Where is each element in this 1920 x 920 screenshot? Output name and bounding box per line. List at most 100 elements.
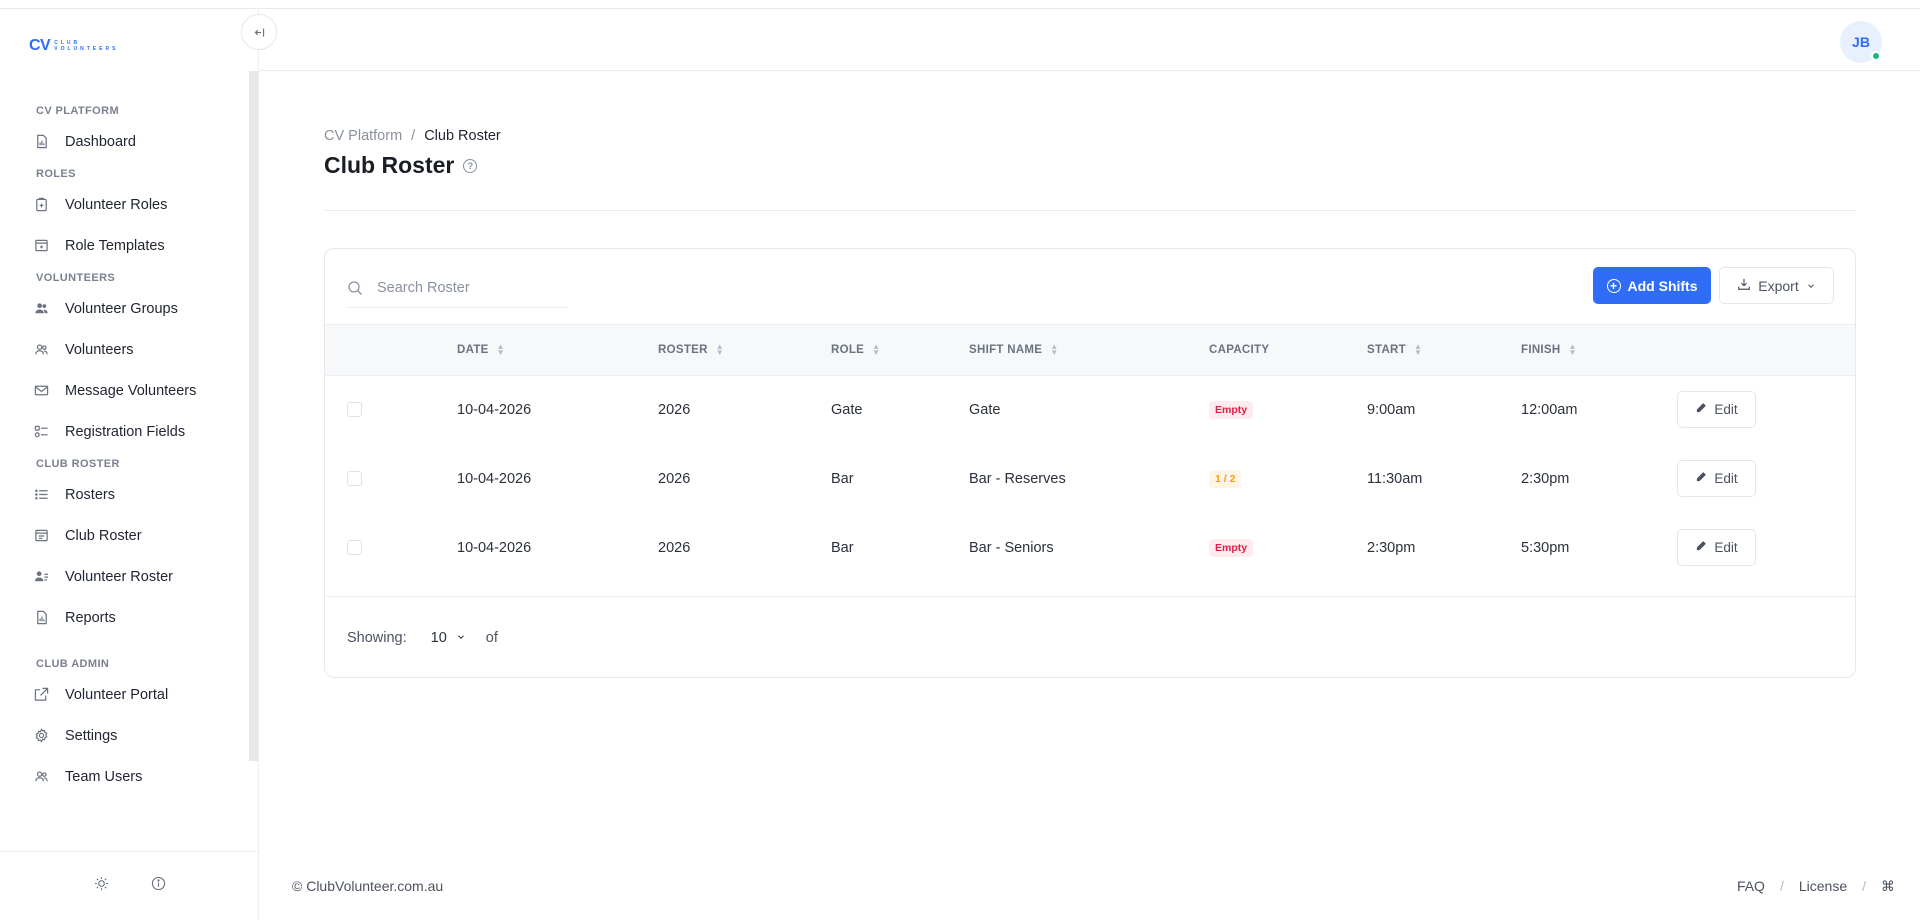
license-link[interactable]: License [1799, 878, 1847, 894]
column-label: SHIFT NAME [969, 343, 1043, 356]
header-checkbox-cell [325, 325, 457, 375]
cell-roster: 2026 [658, 539, 691, 556]
column-header-shift-name[interactable]: SHIFT NAME ▲ ▼ [969, 325, 1209, 375]
edit-button[interactable]: Edit [1677, 460, 1756, 497]
sidebar-item-volunteer-roster[interactable]: Volunteer Roster [0, 556, 249, 597]
external-link-icon [33, 687, 49, 703]
sidebar-item-dashboard[interactable]: Dashboard [0, 121, 249, 162]
sidebar-item-label: Rosters [65, 486, 115, 503]
sidebar-item-label: Volunteer Portal [65, 686, 169, 703]
edit-button[interactable]: Edit [1677, 529, 1756, 566]
command-icon[interactable]: ⌘ [1881, 878, 1895, 895]
cell-role: Bar [831, 470, 854, 487]
template-icon [33, 238, 49, 254]
footer-separator: / [1779, 878, 1784, 894]
column-label: DATE [457, 343, 489, 356]
online-status-dot [1871, 51, 1881, 61]
search-icon [347, 280, 363, 296]
sidebar: CV CLUB VOLUNTEERS CV PLATFORM Dashboard… [0, 9, 259, 920]
logo-text: CLUB VOLUNTEERS [54, 40, 118, 52]
sidebar-item-club-roster[interactable]: Club Roster [0, 515, 249, 556]
sidebar-item-label: Dashboard [65, 133, 136, 150]
add-shifts-label: Add Shifts [1627, 277, 1698, 294]
users-icon [33, 301, 49, 317]
cell-role: Bar [831, 539, 854, 556]
search-input[interactable] [377, 279, 557, 296]
sidebar-item-volunteer-roles[interactable]: Volunteer Roles [0, 184, 249, 225]
table-row: 10-04-2026 2026 Bar Bar - Seniors Empty … [325, 513, 1855, 582]
capacity-badge: Empty [1209, 400, 1254, 419]
export-button[interactable]: Export [1719, 267, 1834, 304]
page-footer: © ClubVolunteer.com.au FAQ / License / ⌘ [259, 861, 1920, 911]
sidebar-item-registration-fields[interactable]: Registration Fields [0, 411, 249, 452]
sidebar-item-label: Volunteer Groups [65, 300, 178, 317]
column-header-start[interactable]: START ▲ ▼ [1367, 325, 1521, 375]
pencil-icon [1695, 471, 1707, 486]
cell-start: 9:00am [1367, 401, 1416, 418]
column-header-date[interactable]: DATE ▲ ▼ [457, 325, 658, 375]
info-icon[interactable] [151, 876, 166, 896]
breadcrumb-root[interactable]: CV Platform [324, 128, 402, 144]
download-icon [1737, 277, 1751, 294]
avatar[interactable]: JB [1840, 21, 1882, 63]
user-group-icon [33, 342, 49, 358]
sidebar-item-rosters[interactable]: Rosters [0, 474, 249, 515]
sidebar-item-volunteers[interactable]: Volunteers [0, 329, 249, 370]
cell-role: Gate [831, 401, 863, 418]
sidebar-item-team-users[interactable]: Team Users [0, 756, 249, 797]
capacity-badge: Empty [1209, 538, 1254, 557]
divider [324, 210, 1857, 211]
sidebar-item-role-templates[interactable]: Role Templates [0, 225, 249, 266]
sidebar-item-volunteer-portal[interactable]: Volunteer Portal [0, 674, 249, 715]
user-list-icon [33, 569, 49, 585]
cell-shift-name: Bar - Seniors [969, 539, 1054, 556]
edit-label: Edit [1714, 471, 1738, 486]
column-header-finish[interactable]: FINISH ▲ ▼ [1521, 325, 1677, 375]
form-fields-icon [33, 424, 49, 440]
nav-section-club-roster: CLUB ROSTER [36, 458, 120, 470]
collapse-sidebar-button[interactable] [241, 14, 277, 50]
row-checkbox[interactable] [347, 540, 362, 555]
list-icon [33, 487, 49, 503]
breadcrumb: CV Platform / Club Roster [324, 128, 501, 144]
cell-date: 10-04-2026 [457, 470, 532, 487]
column-header-role[interactable]: ROLE ▲ ▼ [831, 325, 969, 375]
cell-finish: 5:30pm [1521, 539, 1570, 556]
plus-circle-icon: + [1606, 278, 1621, 293]
top-header: JB [259, 9, 1920, 71]
column-header-roster[interactable]: ROSTER ▲ ▼ [658, 325, 831, 375]
sidebar-item-reports[interactable]: Reports [0, 597, 249, 638]
add-shifts-button[interactable]: + Add Shifts [1593, 267, 1711, 304]
theme-toggle-sun-icon[interactable] [94, 876, 109, 896]
chevron-down-icon [1806, 278, 1816, 294]
faq-link[interactable]: FAQ [1737, 878, 1765, 894]
per-page-select[interactable]: 10 [431, 630, 466, 646]
breadcrumb-current: Club Roster [424, 128, 501, 144]
sidebar-item-volunteer-groups[interactable]: Volunteer Groups [0, 288, 249, 329]
roster-card: + Add Shifts Export DATE ▲▼ ROSTER ▲▼ ROLE… [324, 248, 1856, 678]
row-checkbox[interactable] [347, 402, 362, 418]
calendar-icon [33, 528, 49, 544]
row-checkbox[interactable] [347, 471, 362, 486]
report-icon [33, 610, 49, 626]
edit-button[interactable]: Edit [1677, 391, 1756, 429]
sort-icon: ▲ ▼ [1413, 341, 1423, 357]
sidebar-item-label: Volunteer Roles [65, 196, 168, 213]
cell-finish: 2:30pm [1521, 470, 1570, 487]
help-icon[interactable]: ? [463, 158, 478, 173]
sidebar-nav: CV PLATFORM Dashboard ROLES Volunteer Ro… [0, 101, 249, 797]
footer-separator: / [1862, 878, 1866, 894]
sidebar-item-message-volunteers[interactable]: Message Volunteers [0, 370, 249, 411]
logo[interactable]: CV CLUB VOLUNTEERS [29, 31, 118, 61]
cell-shift-name: Gate [969, 401, 1001, 418]
footer-links: FAQ / License / ⌘ [1737, 878, 1895, 895]
breadcrumb-separator: / [411, 128, 416, 144]
column-header-capacity: CAPACITY [1209, 325, 1367, 375]
nav-section-volunteers: VOLUNTEERS [36, 272, 116, 284]
cell-start: 2:30pm [1367, 539, 1416, 556]
sidebar-item-settings[interactable]: Settings [0, 715, 249, 756]
sidebar-scrollbar[interactable] [249, 71, 258, 761]
sidebar-item-label: Settings [65, 727, 118, 744]
gear-icon [33, 728, 49, 744]
showing-label: Showing: [347, 630, 407, 646]
